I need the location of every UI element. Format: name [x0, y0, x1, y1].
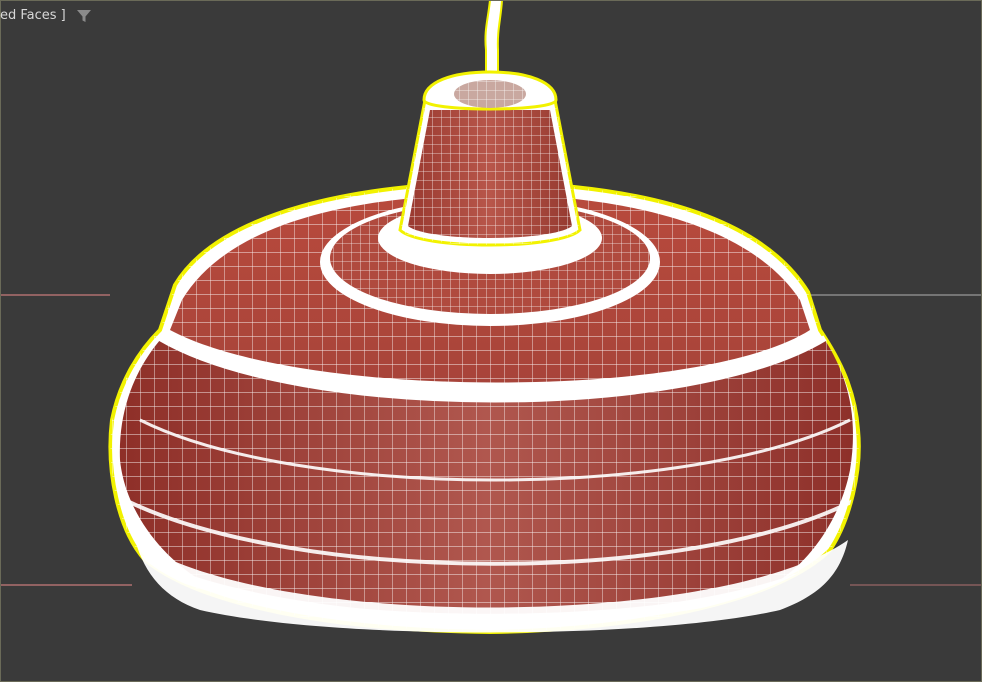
lamp-neck[interactable]: [398, 70, 590, 250]
cable[interactable]: [484, 0, 504, 76]
scene-canvas[interactable]: [0, 0, 982, 682]
viewport-shading-label[interactable]: ed Faces ]: [0, 6, 66, 26]
viewport[interactable]: ed Faces ]: [0, 0, 982, 682]
viewport-label[interactable]: ed Faces ]: [0, 6, 92, 26]
filter-funnel-icon[interactable]: [76, 8, 92, 24]
lamp-shade[interactable]: [100, 179, 880, 640]
